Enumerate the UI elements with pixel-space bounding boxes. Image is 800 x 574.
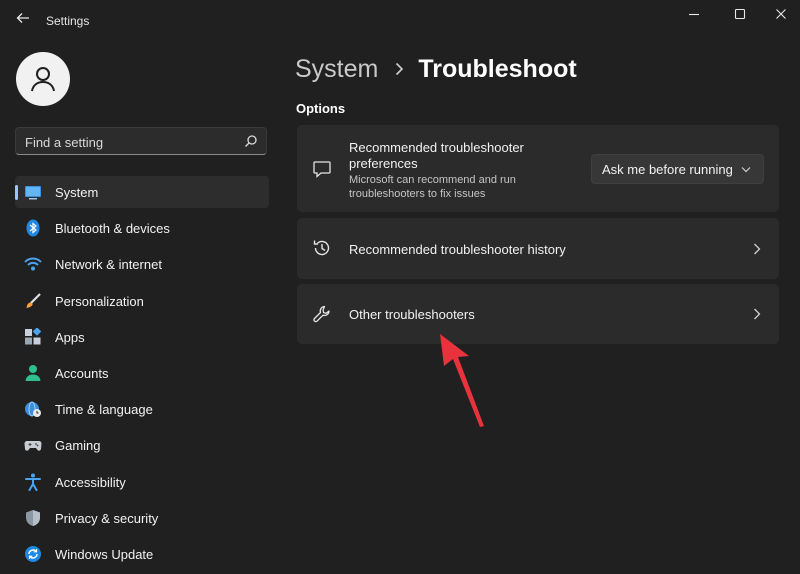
card-title-line2: preferences <box>349 156 418 171</box>
wrench-icon <box>313 305 330 323</box>
sidebar-nav: System Bluetooth & devices Network & int… <box>15 176 269 574</box>
sidebar-item-label: Windows Update <box>55 546 154 562</box>
back-arrow-icon[interactable] <box>12 10 34 32</box>
sidebar-item-accessibility[interactable]: Accessibility <box>15 466 269 498</box>
sidebar-item-accounts[interactable]: Accounts <box>15 357 269 389</box>
sidebar-item-system[interactable]: System <box>15 176 269 208</box>
sidebar-item-windows-update[interactable]: Windows Update <box>15 538 269 570</box>
section-title: Options <box>296 101 346 116</box>
gamepad-icon <box>24 441 42 452</box>
bluetooth-icon <box>26 219 40 237</box>
sidebar-item-bluetooth[interactable]: Bluetooth & devices <box>15 212 269 244</box>
apps-icon <box>25 327 42 345</box>
sidebar-item-label: Time & language <box>55 402 153 418</box>
sidebar-item-label: Personalization <box>55 293 144 309</box>
globe-clock-icon <box>25 401 41 418</box>
paintbrush-icon <box>26 292 41 308</box>
sidebar-item-label: Bluetooth & devices <box>55 221 170 237</box>
chevron-down-icon <box>741 167 751 173</box>
shield-icon <box>26 509 40 526</box>
sidebar-item-apps[interactable]: Apps <box>15 321 269 353</box>
avatar[interactable] <box>16 52 70 106</box>
chevron-right-icon <box>754 308 761 320</box>
breadcrumb-parent[interactable]: System <box>295 55 378 84</box>
display-icon <box>25 186 41 200</box>
breadcrumb: System Troubleshoot <box>295 52 577 86</box>
search-icon[interactable] <box>244 134 258 148</box>
sidebar-item-label: Apps <box>55 329 85 345</box>
chevron-right-icon <box>754 243 761 255</box>
accessibility-icon <box>25 473 41 491</box>
maximize-button[interactable] <box>721 0 758 28</box>
update-icon <box>25 545 41 562</box>
card-title: Other troubleshooters <box>349 307 475 322</box>
troubleshooter-preferences-card: Recommended troubleshooter preferences M… <box>297 125 779 212</box>
chat-bubble-icon <box>313 161 331 178</box>
close-button[interactable] <box>762 0 799 28</box>
sidebar-item-time-language[interactable]: Time & language <box>15 393 269 425</box>
sidebar-item-gaming[interactable]: Gaming <box>15 429 269 461</box>
other-troubleshooters-card[interactable]: Other troubleshooters <box>297 284 779 344</box>
run-preference-dropdown[interactable]: Ask me before running <box>591 154 764 184</box>
sidebar-item-personalization[interactable]: Personalization <box>15 285 269 317</box>
person-icon <box>25 364 41 381</box>
minimize-button[interactable] <box>675 0 712 28</box>
search-input[interactable] <box>25 133 235 151</box>
wifi-icon <box>24 257 42 271</box>
card-title: Recommended troubleshooter history <box>349 242 566 257</box>
search-box[interactable] <box>15 127 267 155</box>
page-title: Troubleshoot <box>418 54 577 83</box>
history-icon <box>313 240 330 256</box>
person-icon <box>31 67 55 92</box>
sidebar-item-label: Accessibility <box>55 474 126 490</box>
sidebar-item-label: Network & internet <box>55 257 162 273</box>
annotation-arrow-icon <box>440 334 484 427</box>
card-title: Recommended troubleshooter <box>349 140 524 155</box>
title-bar: Settings <box>0 0 800 42</box>
sidebar-item-network[interactable]: Network & internet <box>15 248 269 280</box>
card-description-line2: troubleshooters to fix issues <box>349 188 486 200</box>
sidebar-item-label: Privacy & security <box>55 510 159 526</box>
sidebar-item-label: System <box>55 185 99 200</box>
sidebar-item-privacy-security[interactable]: Privacy & security <box>15 502 269 534</box>
sidebar-item-label: Accounts <box>55 365 109 381</box>
troubleshooter-history-card[interactable]: Recommended troubleshooter history <box>297 218 779 279</box>
card-description: Microsoft can recommend and run <box>349 174 516 186</box>
sidebar-item-label: Gaming <box>55 438 101 454</box>
app-title: Settings <box>46 14 90 28</box>
dropdown-value: Ask me before running <box>602 162 733 177</box>
chevron-right-icon <box>396 62 404 76</box>
